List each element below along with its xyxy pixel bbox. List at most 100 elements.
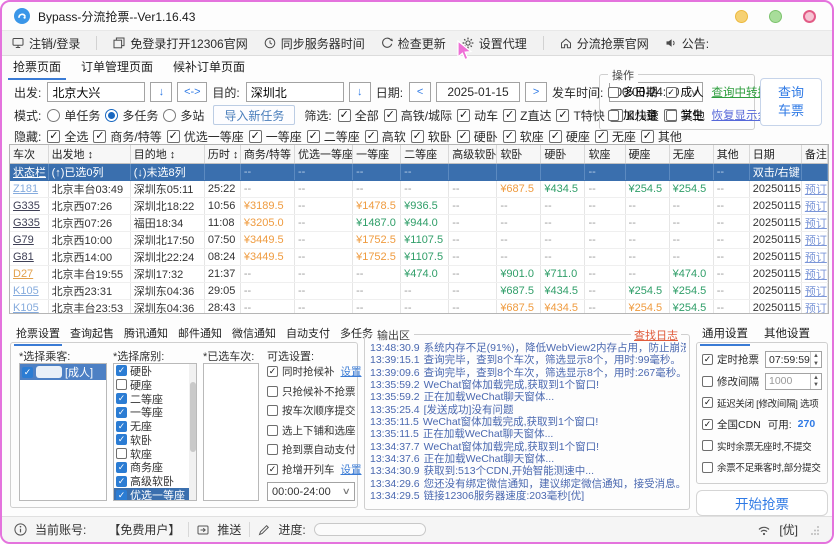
hide-checkbox-全选[interactable]: ✓全选	[47, 128, 88, 145]
resize-grip[interactable]	[810, 525, 820, 535]
book-link[interactable]: 预订	[805, 201, 827, 213]
option-抢增开列车[interactable]: ✓抢增开列车设置	[267, 460, 359, 480]
import-task-button[interactable]: 导入新任务	[213, 105, 295, 125]
mode-radio-多站[interactable]: 多站	[163, 107, 204, 124]
train-link[interactable]: G335	[13, 217, 40, 229]
menu-item-2[interactable]: 同步服务器时间	[264, 35, 365, 52]
selected-trains-listbox[interactable]	[203, 363, 259, 501]
menu-item-3[interactable]: 检查更新	[381, 35, 446, 52]
option-settings-link[interactable]: 设置	[341, 462, 362, 477]
spinner-input[interactable]: 1000▲▼	[765, 373, 822, 390]
hide-checkbox-优选一等座[interactable]: ✓优选一等座	[167, 128, 244, 145]
table-header-row[interactable]: 车次出发地 ↕目的地 ↕历时 ↕商务/特等优选一等座一等座二等座高级软卧软卧硬卧…	[10, 145, 828, 163]
seat-item-硬卧[interactable]: ✓硬卧	[114, 364, 196, 378]
book-link[interactable]: 预订	[805, 184, 827, 196]
seat-item-一等座[interactable]: ✓一等座	[114, 405, 196, 419]
start-grab-button[interactable]: 开始抢票	[696, 490, 828, 516]
next-date-button[interactable]: >	[525, 82, 547, 102]
column-header[interactable]: 无座	[669, 145, 713, 163]
option-settings-link[interactable]: 设置	[341, 364, 362, 379]
train-link[interactable]: Z181	[13, 183, 38, 195]
column-header[interactable]: 硬卧	[541, 145, 585, 163]
operation-checkbox-加儿童[interactable]: 加儿童	[608, 107, 658, 123]
operation-checkbox-多日期[interactable]: 多日期	[608, 84, 658, 100]
page-tab-1[interactable]: 订单管理页面	[76, 56, 158, 80]
dest-dropdown-button[interactable]: ↓	[349, 82, 371, 102]
book-link[interactable]: 预订	[805, 218, 827, 230]
seat-item-软卧[interactable]: ✓软卧	[114, 433, 196, 447]
passenger-listbox[interactable]: ✓[成人]	[19, 363, 107, 501]
column-header[interactable]: 车次	[10, 145, 48, 163]
hide-checkbox-软座[interactable]: ✓软座	[503, 128, 544, 145]
option-按车次顺序提交[interactable]: 按车次顺序提交	[267, 401, 359, 421]
minimize-button[interactable]	[735, 10, 748, 23]
table-row[interactable]: Z181北京丰台03:49深圳东05:1125:22----------¥687…	[10, 180, 828, 197]
setting-全国CDN[interactable]: ✓全国CDN可用:270	[702, 414, 822, 436]
column-header[interactable]: 高级软卧	[449, 145, 497, 163]
menu-item-5[interactable]: 分流抢票官网	[560, 35, 649, 52]
book-link[interactable]: 预订	[805, 269, 827, 281]
passenger-item[interactable]: ✓[成人]	[20, 364, 106, 380]
seat-item-优选一等座[interactable]: ✓优选一等座	[114, 488, 196, 501]
column-header[interactable]: 软座	[585, 145, 625, 163]
page-tab-0[interactable]: 抢票页面	[8, 56, 66, 80]
column-header[interactable]: 二等座	[401, 145, 449, 163]
book-link[interactable]: 预订	[805, 235, 827, 247]
spinner-arrows[interactable]: ▲▼	[810, 352, 821, 367]
seat-item-无座[interactable]: ✓无座	[114, 419, 196, 433]
filter-checkbox-Z直达[interactable]: ✓Z直达	[503, 107, 551, 124]
find-log-link[interactable]: 查找日志	[631, 327, 681, 343]
table-row[interactable]: G335北京西07:26深圳北18:2210:56¥3189.5--¥1478.…	[10, 197, 828, 214]
train-link[interactable]: G79	[13, 234, 34, 246]
hide-checkbox-硬座[interactable]: ✓硬座	[549, 128, 590, 145]
hide-checkbox-商务/特等[interactable]: ✓商务/特等	[93, 128, 161, 145]
menu-item-4[interactable]: 设置代理	[462, 35, 527, 52]
train-link[interactable]: G81	[13, 251, 34, 263]
column-header[interactable]: 历时 ↕	[204, 145, 240, 163]
setting-定时抢票[interactable]: ✓定时抢票07:59:59▲▼	[702, 349, 822, 371]
column-header[interactable]: 优选一等座	[294, 145, 352, 163]
option-选上下铺和选座[interactable]: 选上下铺和选座	[267, 421, 359, 441]
mode-radio-单任务[interactable]: 单任务	[47, 107, 100, 124]
status-row[interactable]: 状态栏(↑)已选0列(↓)未选8列------------双击/右键	[10, 163, 828, 180]
menu-item-6[interactable]: 公告:	[665, 35, 709, 52]
book-link[interactable]: 预订	[805, 252, 827, 264]
table-row[interactable]: K105北京西23:31深圳东04:3629:05----------¥687.…	[10, 282, 828, 299]
filter-checkbox-高铁/城际[interactable]: ✓高铁/城际	[384, 107, 452, 124]
prev-date-button[interactable]: <	[409, 82, 431, 102]
hide-checkbox-无座[interactable]: ✓无座	[595, 128, 636, 145]
scrollbar[interactable]	[189, 364, 196, 500]
filter-checkbox-动车[interactable]: ✓动车	[457, 107, 498, 124]
grab-time-select[interactable]: 00:00-24:00∨	[267, 482, 355, 501]
train-link[interactable]: G335	[13, 200, 40, 212]
book-link[interactable]: 预订	[805, 303, 827, 315]
column-header[interactable]: 其他	[713, 145, 749, 163]
log-list[interactable]: 13:48:30.9系统内存不足(91%)，降低WebView2内存占用，防止崩…	[370, 342, 686, 506]
depart-dropdown-button[interactable]: ↓	[150, 82, 172, 102]
column-header[interactable]: 出发地 ↕	[48, 145, 130, 163]
train-link[interactable]: D27	[13, 268, 33, 280]
query-tickets-button[interactable]: 查询 车票	[760, 78, 822, 126]
date-value[interactable]: 2025-01-15	[436, 82, 520, 102]
table-row[interactable]: G79北京西10:00深圳北17:5007:50¥3449.5--¥1752.5…	[10, 231, 828, 248]
setting-余票不足乘客时,部分提交[interactable]: 余票不足乘客时,部分提交	[702, 457, 822, 479]
depart-input[interactable]	[47, 82, 145, 102]
filter-checkbox-T特快[interactable]: ✓T特快	[556, 107, 604, 124]
table-row[interactable]: G81北京西14:00深圳北22:2408:24¥3449.5--¥1752.5…	[10, 248, 828, 265]
option-只抢候补不抢票[interactable]: 只抢候补不抢票	[267, 382, 359, 402]
hide-checkbox-硬卧[interactable]: ✓硬卧	[457, 128, 498, 145]
setting-修改间隔[interactable]: 修改间隔1000▲▼	[702, 371, 822, 393]
table-row[interactable]: D27北京丰台19:55深圳17:3221:37------¥474.0--¥9…	[10, 265, 828, 282]
table-row[interactable]: G335北京西07:26福田18:3411:08¥3205.0--¥1487.0…	[10, 214, 828, 231]
operation-checkbox-成人[interactable]: ✓成人	[666, 84, 704, 100]
spinner-input[interactable]: 07:59:59▲▼	[765, 351, 822, 368]
push-label[interactable]: 推送	[217, 521, 241, 538]
mode-radio-多任务[interactable]: 多任务	[105, 107, 158, 124]
option-抢到票自动支付[interactable]: 抢到票自动支付	[267, 440, 359, 460]
spinner-arrows[interactable]: ▲▼	[810, 374, 821, 389]
column-header[interactable]: 硬座	[625, 145, 669, 163]
column-header[interactable]: 一等座	[353, 145, 401, 163]
operation-checkbox-学生[interactable]: 学生	[666, 107, 704, 123]
menu-item-0[interactable]: 注销/登录	[12, 35, 80, 52]
dest-input[interactable]	[246, 82, 344, 102]
